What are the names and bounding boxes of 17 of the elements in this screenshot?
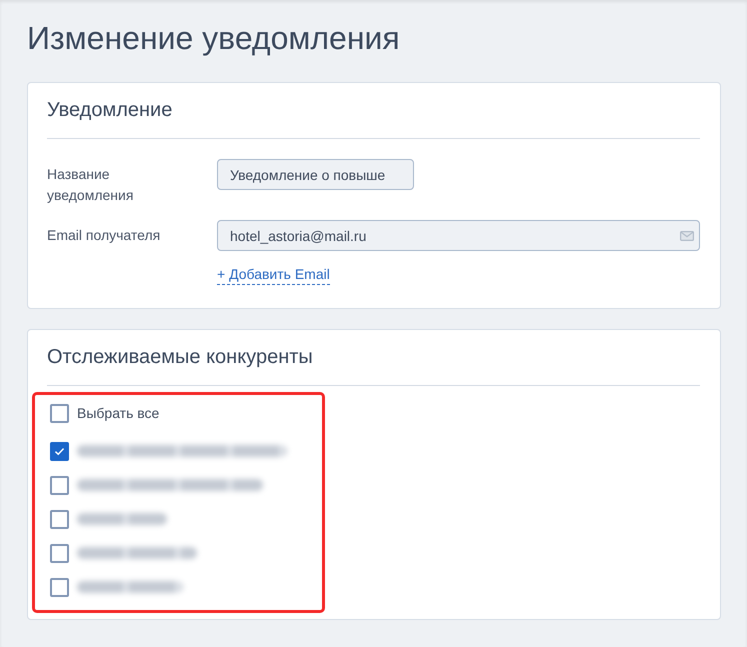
field-label: Email получателя (47, 226, 162, 245)
check-icon (54, 446, 65, 456)
email-field[interactable]: hotel_astoria@mail.ru (217, 220, 700, 251)
checkbox[interactable] (50, 476, 69, 494)
envelope-icon (680, 230, 694, 240)
field-label: Название уведомления (47, 165, 134, 205)
checkbox[interactable] (50, 442, 69, 460)
text-field[interactable]: Уведомление о повыше (217, 159, 414, 190)
add-email-link[interactable]: + Добавить Email (217, 265, 330, 285)
checkbox[interactable] (50, 404, 69, 422)
card-heading: Отслеживаемые конкуренты (47, 345, 314, 369)
page-title: Изменение уведомления (27, 19, 401, 58)
checkbox[interactable] (50, 544, 69, 562)
select-all-label[interactable]: Выбрать все (77, 403, 160, 423)
checkbox[interactable] (50, 510, 69, 528)
card-heading: Уведомление (47, 98, 174, 122)
checkbox[interactable] (50, 578, 69, 596)
